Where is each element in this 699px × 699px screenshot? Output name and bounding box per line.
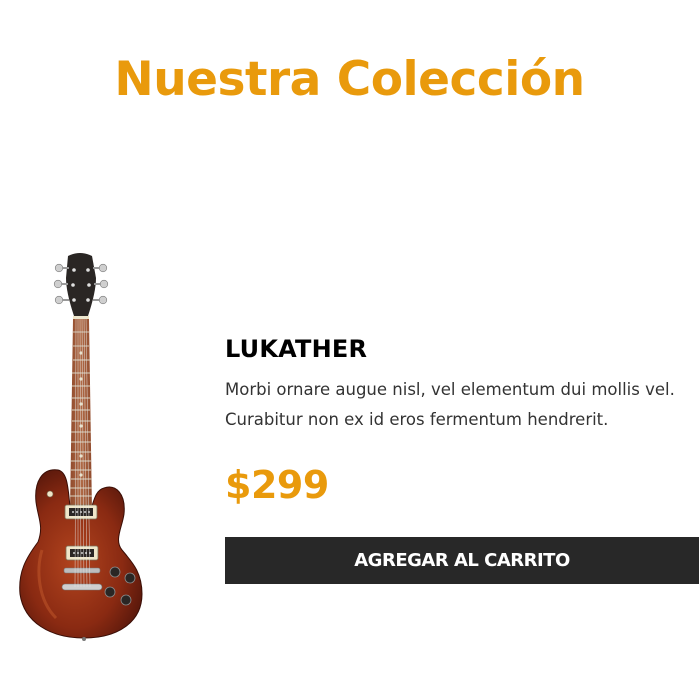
product-price: $299 <box>225 463 329 507</box>
product-description-line: Curabitur non ex id eros fermentum hendr… <box>225 410 609 429</box>
product-info: LUKATHER Morbi ornare augue nisl, vel el… <box>225 332 699 584</box>
guitar-image <box>19 253 143 641</box>
add-to-cart-button[interactable]: AGREGAR AL CARRITO <box>225 537 699 584</box>
page-title: Nuestra Colección <box>114 52 585 107</box>
product-description-line: Morbi ornare augue nisl, vel elementum d… <box>225 380 675 399</box>
product-description: Morbi ornare augue nisl, vel elementum d… <box>225 375 699 435</box>
product-name: LUKATHER <box>225 335 368 363</box>
